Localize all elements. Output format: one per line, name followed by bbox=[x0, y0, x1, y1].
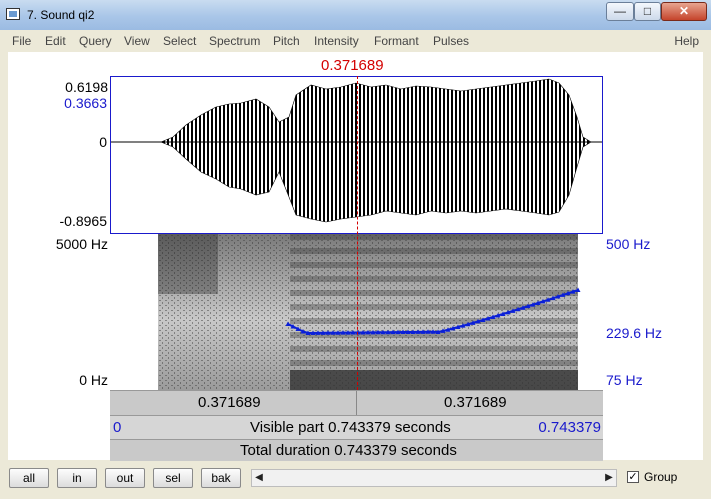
app-icon bbox=[6, 8, 20, 20]
visible-start-time: 0 bbox=[113, 419, 122, 436]
waveform-min-label: -0.8965 bbox=[59, 213, 107, 229]
menu-pitch[interactable]: Pitch bbox=[273, 34, 300, 48]
menu-spectrum[interactable]: Spectrum bbox=[209, 34, 260, 48]
zoom-in-button[interactable]: in bbox=[57, 468, 97, 488]
waveform-max-label: 0.6198 bbox=[65, 79, 108, 95]
pitch-bottom-label: 75 Hz bbox=[606, 372, 643, 388]
waveform-max-selected-label: 0.3663 bbox=[64, 95, 107, 111]
visible-part-bar[interactable]: 0 Visible part 0.743379 seconds 0.743379 bbox=[110, 415, 603, 439]
sound-editor-canvas[interactable]: 0.371689 0.6198 0.3663 0 -0.8965 5000 Hz… bbox=[8, 52, 703, 461]
zoom-out-button[interactable]: out bbox=[105, 468, 145, 488]
group-checkbox[interactable]: ✓ bbox=[627, 471, 639, 483]
visible-end-time: 0.743379 bbox=[538, 419, 601, 436]
bottom-toolbar: all in out sel bak ◀ ▶ ✓ Group bbox=[0, 464, 711, 499]
pitch-top-label: 500 Hz bbox=[606, 236, 651, 252]
time-scrollbar[interactable]: ◀ ▶ bbox=[251, 469, 617, 487]
zoom-back-button[interactable]: bak bbox=[201, 468, 241, 488]
minimize-button[interactable]: — bbox=[606, 2, 634, 21]
group-label: Group bbox=[644, 470, 678, 484]
zoom-selection-button[interactable]: sel bbox=[153, 468, 193, 488]
menu-bar: File Edit Query View Select Spectrum Pit… bbox=[0, 30, 711, 51]
total-duration-text: Total duration 0.743379 seconds bbox=[240, 442, 457, 459]
cursor-time-bar[interactable]: 0.371689 0.371689 bbox=[110, 390, 603, 415]
waveform-trace bbox=[160, 78, 592, 223]
scroll-left-arrow-icon[interactable]: ◀ bbox=[252, 470, 266, 486]
menu-query[interactable]: Query bbox=[79, 34, 112, 48]
title-bar: 7. Sound qi2 — □ ✕ bbox=[0, 0, 711, 31]
maximize-button[interactable]: □ bbox=[634, 2, 661, 21]
visible-part-text: Visible part 0.743379 seconds bbox=[250, 419, 451, 436]
total-duration-bar[interactable]: Total duration 0.743379 seconds bbox=[110, 439, 603, 461]
right-segment-time[interactable]: 0.371689 bbox=[444, 394, 507, 411]
pitch-point bbox=[285, 321, 291, 326]
menu-pulses[interactable]: Pulses bbox=[433, 34, 469, 48]
zoom-all-button[interactable]: all bbox=[9, 468, 49, 488]
menu-view[interactable]: View bbox=[124, 34, 150, 48]
cursor-time-label: 0.371689 bbox=[321, 57, 384, 74]
time-cursor-line bbox=[357, 76, 358, 390]
scroll-right-arrow-icon[interactable]: ▶ bbox=[602, 470, 616, 486]
waveform-zero-label: 0 bbox=[99, 134, 107, 150]
left-segment-time[interactable]: 0.371689 bbox=[198, 394, 261, 411]
menu-file[interactable]: File bbox=[12, 34, 31, 48]
close-button[interactable]: ✕ bbox=[661, 2, 707, 21]
menu-edit[interactable]: Edit bbox=[45, 34, 66, 48]
menu-help[interactable]: Help bbox=[674, 34, 699, 48]
spectrogram-freq-bottom-label: 0 Hz bbox=[79, 372, 108, 388]
menu-formant[interactable]: Formant bbox=[374, 34, 419, 48]
menu-intensity[interactable]: Intensity bbox=[314, 34, 359, 48]
menu-select[interactable]: Select bbox=[163, 34, 196, 48]
pitch-cursor-label: 229.6 Hz bbox=[606, 325, 663, 341]
pitch-contour-line bbox=[287, 289, 579, 335]
spectrogram-freq-top-label: 5000 Hz bbox=[55, 236, 108, 252]
window-title: 7. Sound qi2 bbox=[27, 8, 95, 22]
